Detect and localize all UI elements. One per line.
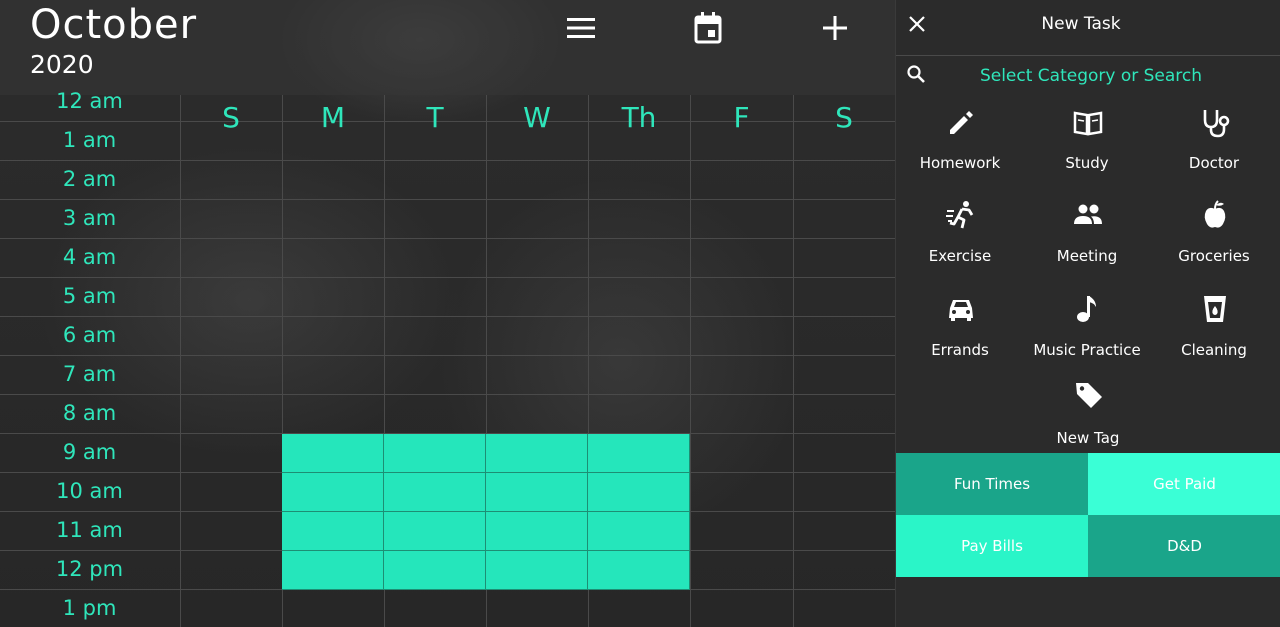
day-header: W [523,101,551,134]
scheduled-time-block[interactable] [282,473,384,512]
category-label: Groceries [1178,247,1250,265]
tag-button-pay-bills[interactable]: Pay Bills [896,515,1088,577]
grid-row-divider [0,394,895,395]
time-label: 1 am [62,128,117,152]
scheduled-time-block[interactable] [282,512,384,551]
day-header: M [320,101,346,134]
pencil-icon [950,111,973,134]
scheduled-time-block[interactable] [588,473,690,512]
category-cleaning[interactable]: Cleaning [1150,287,1278,377]
new-task-panel: New Task Homework Study Doctor Exercise Meet… [895,0,1280,627]
tag-button-get-paid[interactable]: Get Paid [1088,453,1280,515]
category-label: Errands [931,341,989,359]
scheduled-time-block[interactable] [282,434,384,473]
time-label: 5 am [62,284,117,308]
calendar-today-icon [694,12,722,44]
day-header: S [222,101,240,134]
scheduled-time-block[interactable] [486,512,588,551]
apple-icon [1204,200,1226,228]
panel-divider [896,55,1280,56]
tag-button-fun-times[interactable]: Fun Times [896,453,1088,515]
time-label: 7 am [62,362,117,386]
category-label: Exercise [928,247,992,265]
category-label: Meeting [1056,247,1118,265]
time-label: 3 am [62,206,117,230]
category-search-input[interactable] [936,62,1246,90]
category-groceries[interactable]: Groceries [1150,193,1278,283]
search-icon [907,65,925,83]
hamburger-menu-icon [567,18,595,38]
time-label: 10 am [56,479,123,503]
category-homework[interactable]: Homework [896,100,1024,190]
scheduled-time-block[interactable] [486,551,588,590]
category-doctor[interactable]: Doctor [1150,100,1278,190]
scheduled-time-block[interactable] [384,434,486,473]
scheduled-time-block[interactable] [384,512,486,551]
panel-title: New Task [1041,14,1121,34]
category-label: Music Practice [1033,341,1141,359]
month-title: October [30,2,198,48]
grid-column-divider [793,95,794,627]
time-label: 8 am [62,401,117,425]
tag-button-d-d[interactable]: D&D [1088,515,1280,577]
category-meeting[interactable]: Meeting [1023,193,1151,283]
grid-row-divider [0,160,895,161]
running-icon [946,201,974,229]
category-label: Cleaning [1181,341,1247,359]
category-label: Doctor [1188,154,1240,172]
time-label: 2 am [62,167,117,191]
book-icon [1073,111,1103,136]
scheduled-time-block[interactable] [486,434,588,473]
grid-row-divider [0,238,895,239]
scheduled-time-block[interactable] [384,551,486,590]
cup-drop-icon [1204,296,1226,322]
grid-column-divider [180,95,181,627]
category-label: Study [1065,154,1109,172]
music-note-icon [1077,296,1096,322]
category-study[interactable]: Study [1023,100,1151,190]
day-header: F [733,101,750,134]
time-label: 9 am [62,440,117,464]
people-icon [1074,204,1102,224]
time-label: 12 pm [55,557,124,581]
add-button[interactable] [812,6,858,50]
grid-row-divider [0,355,895,356]
day-header: S [835,101,853,134]
category-exercise[interactable]: Exercise [896,193,1024,283]
app-root: October 2020 12 am 1 am 2 am 3 am 4 am 5… [0,0,1280,627]
car-icon [949,300,973,321]
calendar-view: October 2020 12 am 1 am 2 am 3 am 4 am 5… [0,0,895,627]
scheduled-time-block[interactable] [486,473,588,512]
grid-row-divider [0,316,895,317]
tag-icon [1076,383,1102,408]
category-new-tag[interactable]: New Tag [1024,373,1152,463]
category-label: Homework [919,154,1001,172]
stethoscope-icon [1203,110,1230,138]
today-button[interactable] [685,6,731,50]
time-label: 4 am [62,245,117,269]
menu-button[interactable] [558,6,604,50]
scheduled-time-block[interactable] [282,551,384,590]
grid-row-divider [0,199,895,200]
category-music-practice[interactable]: Music Practice [1023,287,1151,377]
day-header: Th [621,101,657,134]
calendar-header: October 2020 [0,0,895,95]
grid-row-divider [0,277,895,278]
time-label: 1 pm [62,596,117,620]
time-label: 12 am [56,89,123,113]
calendar-grid: 12 am 1 am 2 am 3 am 4 am 5 am 6 am 7 am 8 am 9 a… [0,89,895,627]
day-header: T [426,101,444,134]
category-label: New Tag [1056,429,1120,447]
year-title: 2020 [30,50,94,79]
scheduled-time-block[interactable] [384,473,486,512]
scheduled-time-block[interactable] [588,434,690,473]
category-errands[interactable]: Errands [896,287,1024,377]
grid-column-divider [690,95,691,627]
scheduled-time-block[interactable] [588,551,690,590]
plus-icon [823,16,847,40]
scheduled-time-block[interactable] [588,512,690,551]
time-label: 11 am [56,518,123,542]
time-label: 6 am [62,323,117,347]
